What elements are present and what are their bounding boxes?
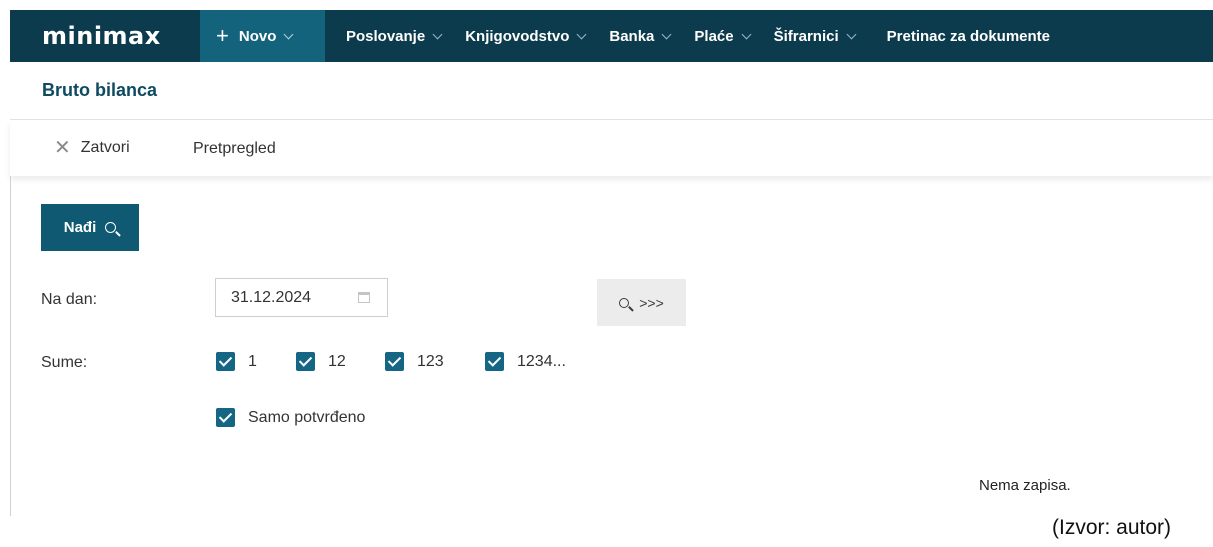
checkbox-label: 123 <box>417 352 444 370</box>
date-input[interactable]: 31.12.2024 <box>215 278 388 317</box>
checkbox-label: 1234... <box>517 352 566 370</box>
sum-checkbox-1[interactable]: 1 <box>216 352 257 371</box>
sum-checkbox-1234[interactable]: 1234... <box>485 352 566 371</box>
chevron-down-icon <box>846 29 857 39</box>
search-more-label: >>> <box>639 294 664 311</box>
page-title: Bruto bilanca <box>42 80 158 100</box>
chevron-down-icon <box>661 29 672 39</box>
nav-new-button[interactable]: + Novo <box>200 10 325 62</box>
checkbox-checked-icon[interactable] <box>485 352 504 371</box>
top-navigation-bar: minimax + Novo Poslovanje Knjigovodstvo … <box>10 10 1213 62</box>
checkbox-checked-icon[interactable] <box>216 352 235 371</box>
confirmed-only-checkbox[interactable]: Samo potvrđeno <box>216 408 365 427</box>
nav-item-poslovanje[interactable]: Poslovanje <box>334 10 453 62</box>
minimax-logo[interactable]: minimax <box>10 10 200 62</box>
checkbox-label: 1 <box>248 352 257 370</box>
chevron-down-icon <box>283 29 294 39</box>
checkbox-checked-icon[interactable] <box>385 352 404 371</box>
search-icon <box>105 222 117 233</box>
close-label: Zatvori <box>80 139 130 156</box>
nav-item-label: Poslovanje <box>346 27 426 45</box>
checkbox-checked-icon[interactable] <box>216 408 235 427</box>
nav-item-label: Šifrarnici <box>773 27 839 45</box>
date-value: 31.12.2024 <box>231 288 312 306</box>
search-icon <box>619 297 630 308</box>
search-more-button[interactable]: >>> <box>597 279 686 326</box>
find-label: Nađi <box>63 219 97 236</box>
close-button[interactable]: ✕ Zatvori <box>54 138 130 158</box>
nav-item-knjigovodstvo[interactable]: Knjigovodstvo <box>453 10 597 62</box>
sum-checkbox-123[interactable]: 123 <box>385 352 444 371</box>
close-icon: ✕ <box>54 137 71 159</box>
nav-item-label: Pretinac za dokumente <box>886 27 1051 45</box>
chevron-down-icon <box>432 29 443 39</box>
checkbox-checked-icon[interactable] <box>296 352 315 371</box>
nav-item-place[interactable]: Plaće <box>682 10 761 62</box>
sum-checkbox-12[interactable]: 12 <box>296 352 346 371</box>
find-button[interactable]: Nađi <box>41 204 139 251</box>
sums-label: Sume: <box>41 354 88 371</box>
nav-new-label: Novo <box>238 27 277 45</box>
plus-icon: + <box>216 23 229 48</box>
empty-results-text: Nema zapisa. <box>979 477 1071 494</box>
content-border <box>10 176 11 516</box>
checkbox-label: Samo potvrđeno <box>248 408 366 426</box>
preview-button[interactable]: Pretpregled <box>193 140 276 158</box>
date-label: Na dan: <box>41 291 98 308</box>
nav-item-label: Plaće <box>694 27 734 45</box>
nav-item-pretinac-za-dokumente[interactable]: Pretinac za dokumente <box>867 10 1062 62</box>
nav-item-sifrarnici[interactable]: Šifrarnici <box>762 10 867 62</box>
nav-item-label: Banka <box>609 27 655 45</box>
checkbox-label: 12 <box>328 352 346 370</box>
toolbar: ✕ Zatvori Pretpregled <box>10 120 1213 176</box>
nav-item-banka[interactable]: Banka <box>597 10 682 62</box>
source-caption: (Izvor: autor) <box>1052 516 1172 539</box>
calendar-icon[interactable] <box>358 292 370 303</box>
chevron-down-icon <box>576 29 587 39</box>
nav-item-label: Knjigovodstvo <box>465 27 570 45</box>
chevron-down-icon <box>741 29 752 39</box>
